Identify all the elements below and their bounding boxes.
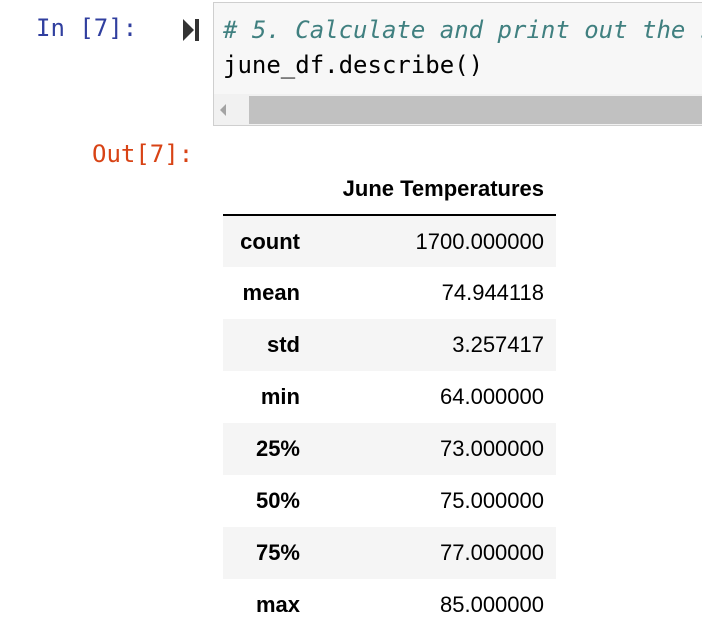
row-label: 75% [255, 540, 300, 565]
horizontal-scrollbar[interactable] [214, 94, 702, 125]
row-value: 73.000000 [440, 436, 544, 461]
index-header [223, 163, 312, 216]
table-row: std 3.257417 [223, 319, 556, 371]
code-editor[interactable]: # 5. Calculate and print out the summary… [213, 2, 702, 126]
code-statement: june_df.describe() [223, 51, 484, 79]
table-row: 75% 77.000000 [223, 527, 556, 579]
row-value: 77.000000 [440, 540, 544, 565]
scroll-left-arrow-icon[interactable] [220, 104, 226, 116]
scrollbar-thumb[interactable] [249, 96, 702, 124]
row-value: 75.000000 [440, 488, 544, 513]
row-label: 50% [255, 488, 300, 513]
table-row: 25% 73.000000 [223, 423, 556, 475]
output-prompt: Out[7]: [92, 140, 194, 168]
row-value: 74.944118 [441, 280, 544, 305]
row-value: 3.257417 [452, 332, 544, 357]
row-label: count [240, 228, 300, 254]
code-comment: # 5. Calculate and print out the summary… [223, 16, 702, 44]
table-row: max 85.000000 [223, 579, 556, 631]
table-header-row: June Temperatures [223, 163, 556, 216]
row-label: 25% [255, 436, 300, 461]
table-row: mean 74.944118 [223, 267, 556, 319]
row-label: std [267, 332, 300, 357]
row-value: 64.000000 [440, 384, 544, 409]
input-prompt: In [7]: [36, 14, 138, 42]
dataframe-table: June Temperatures count 1700.000000 mean 74… [223, 163, 556, 631]
row-value: 85.000000 [440, 592, 544, 617]
row-label: mean [242, 280, 300, 305]
table-row: min 64.000000 [223, 371, 556, 423]
step-forward-icon [183, 19, 199, 41]
row-label: max [255, 592, 300, 617]
table-row: 50% 75.000000 [223, 475, 556, 527]
run-cell-button[interactable] [181, 17, 201, 43]
table-row: count 1700.000000 [223, 215, 556, 267]
row-label: min [260, 384, 300, 409]
column-header: June Temperatures [312, 163, 556, 216]
row-value: 1700.000000 [415, 228, 544, 254]
